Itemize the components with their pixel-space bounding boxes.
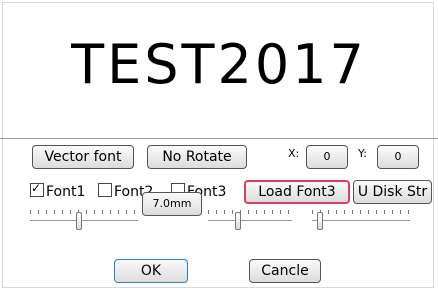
preview-text: TEST2017 <box>71 33 367 96</box>
slider-thumb[interactable] <box>317 212 323 230</box>
font1-checkbox[interactable]: ✓ Font1 <box>30 181 86 201</box>
slider-3[interactable] <box>312 210 410 232</box>
slider-1[interactable] <box>30 210 138 232</box>
size-display: 7.0mm <box>142 192 202 216</box>
slider-thumb[interactable] <box>235 212 241 230</box>
checkbox-icon: ✓ <box>30 181 44 197</box>
udisk-string-button[interactable]: U Disk Str <box>353 180 432 204</box>
slider-thumb[interactable] <box>76 212 82 230</box>
slider-track <box>312 220 410 221</box>
slider-track <box>30 220 138 221</box>
divider <box>0 138 438 139</box>
checkbox-icon <box>98 183 112 197</box>
x-input[interactable]: 0 <box>306 145 348 169</box>
slider-ticks <box>30 210 138 214</box>
slider-2[interactable] <box>208 210 292 232</box>
cancel-button[interactable]: Cancle <box>249 259 321 283</box>
slider-track <box>208 220 292 221</box>
font1-label: Font1 <box>46 184 86 200</box>
vector-font-button[interactable]: Vector font <box>32 145 134 169</box>
ok-button[interactable]: OK <box>114 259 188 283</box>
rotate-button[interactable]: No Rotate <box>147 145 247 169</box>
slider-ticks <box>312 210 410 214</box>
slider-ticks <box>208 210 292 214</box>
load-font3-button[interactable]: Load Font3 <box>244 180 350 204</box>
y-label: Y: <box>358 147 367 160</box>
check-mark-icon: ✓ <box>31 181 42 195</box>
y-input[interactable]: 0 <box>377 145 419 169</box>
x-label: X: <box>288 147 300 160</box>
